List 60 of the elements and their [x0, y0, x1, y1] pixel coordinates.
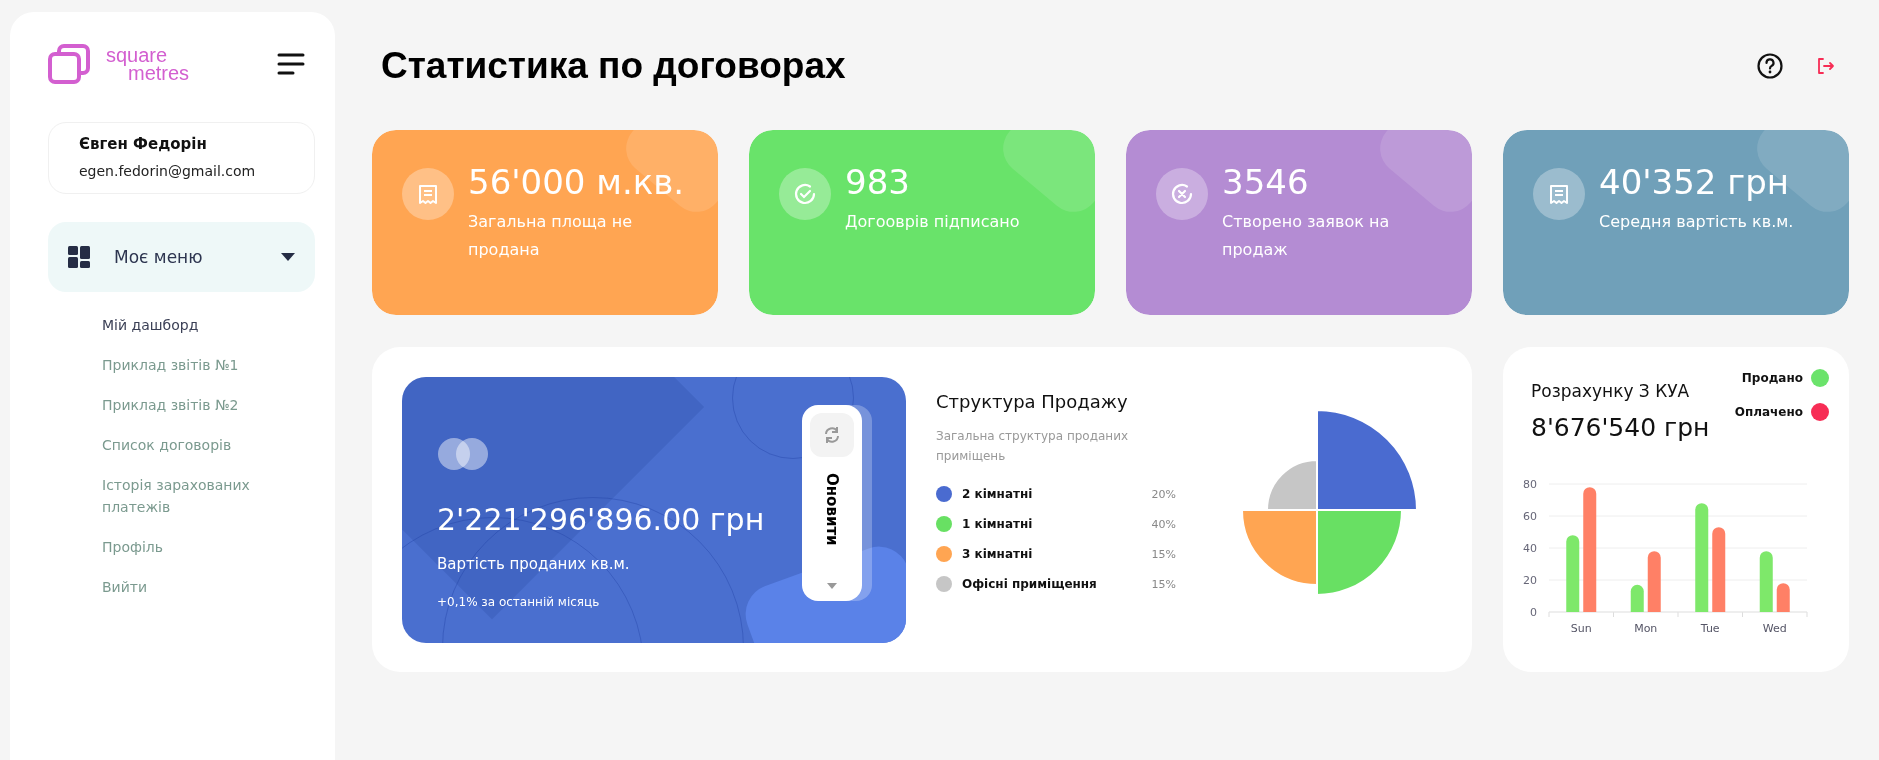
axis-tick-label: 60: [1523, 510, 1537, 523]
section-subtitle: Загальна структура проданих приміщень: [936, 428, 1130, 465]
legend-percent: 20%: [1151, 487, 1176, 501]
legend-percent: 40%: [1151, 517, 1176, 531]
card-title: Розрахунку З КУА: [1531, 381, 1691, 401]
menu-link[interactable]: Приклад звітів №1: [102, 354, 302, 376]
help-icon[interactable]: [1757, 53, 1783, 79]
coins-icon: [437, 436, 489, 471]
user-name: Євген Федорін: [79, 135, 208, 153]
axis-category-label: Sun: [1570, 622, 1592, 635]
user-email: egen.fedorin@gmail.com: [79, 163, 257, 179]
logout-icon[interactable]: [1817, 58, 1835, 74]
chart-bar: [1776, 583, 1790, 612]
axis-tick-label: 80: [1523, 478, 1537, 491]
stat-value: 56'000 м.кв.: [468, 161, 686, 204]
axis-tick-label: 0: [1530, 606, 1537, 619]
menu-toggle[interactable]: Моє меню: [48, 222, 315, 292]
logo-text: square metres: [106, 46, 190, 82]
stat-label: Середня вартість кв.м.: [1599, 211, 1794, 233]
legend-label: Офісні приміщення: [962, 577, 1098, 591]
balance-label: Вартість проданих кв.м.: [437, 554, 630, 573]
axis-category-label: Wed: [1762, 622, 1787, 635]
refresh-button[interactable]: Оновити: [802, 404, 862, 601]
legend-percent: 15%: [1151, 547, 1176, 561]
legend-percent: 15%: [1151, 577, 1176, 591]
menu-link[interactable]: Список договорів: [102, 434, 302, 456]
card-amount: 8'676'540 грн: [1531, 413, 1711, 442]
legend-label: 3 кімнатні: [962, 547, 1034, 561]
menu-link[interactable]: Приклад звітів №2: [102, 394, 302, 416]
legend-label: 2 кімнатні: [962, 487, 1034, 501]
axis-category-label: Mon: [1634, 622, 1658, 635]
page-title: Статистика по договорах: [381, 45, 846, 87]
balance-amount: 2'221'296'896.00 грн: [437, 501, 765, 537]
chart-bar: [1759, 551, 1773, 612]
stat-value: 40'352 грн: [1599, 161, 1790, 204]
chart-bar: [1647, 551, 1661, 612]
menu-link[interactable]: Мій дашборд: [102, 314, 302, 336]
section-title: Структура Продажу: [936, 391, 1129, 412]
logo-icon: [48, 44, 90, 84]
balance-change: +0,1% за останній місяць: [437, 594, 600, 609]
menu-link[interactable]: Історія зарахованих платежів: [102, 474, 302, 518]
menu-link[interactable]: Вийти: [102, 576, 302, 598]
legend-label: Продано: [1741, 371, 1803, 385]
chart-bar: [1630, 584, 1644, 612]
axis-tick-label: 40: [1523, 542, 1537, 555]
axis-category-label: Tue: [1700, 622, 1720, 635]
axis-tick-label: 20: [1523, 574, 1537, 587]
stat-label: Догооврів підписано: [845, 211, 1020, 233]
stat-value: 3546: [1222, 161, 1310, 204]
legend-label: Оплачено: [1734, 405, 1803, 419]
caret-icon: [827, 582, 837, 589]
legend-label: 1 кімнатні: [962, 517, 1034, 531]
menu-link[interactable]: Профіль: [102, 536, 302, 558]
menu-icon[interactable]: [277, 53, 305, 75]
stat-label: Створено заявок на продаж: [1222, 211, 1391, 261]
caret-icon: [281, 253, 295, 261]
dashboard-icon: [68, 246, 90, 268]
refresh-icon: [823, 425, 841, 444]
stat-label: Загальна площа не продана: [468, 211, 634, 261]
stat-value: 983: [845, 161, 911, 204]
